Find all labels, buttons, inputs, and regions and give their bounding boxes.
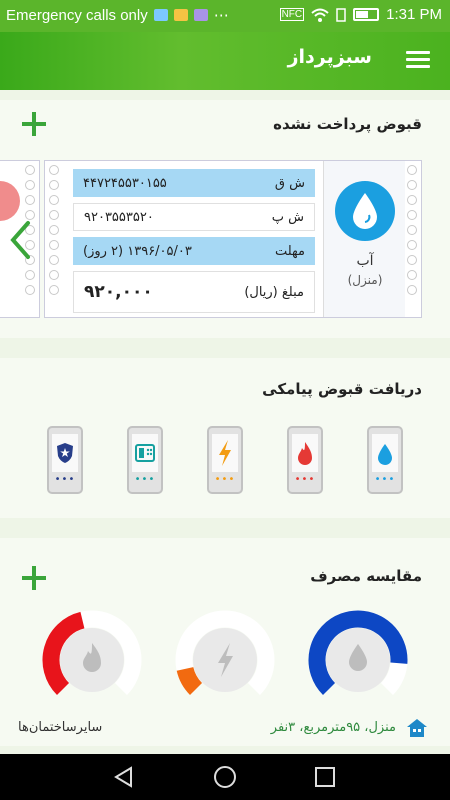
- system-nav-bar: [0, 754, 450, 800]
- status-bar: Emergency calls only ⋯ NFC 1:31 PM: [0, 0, 450, 32]
- lightning-icon: [219, 440, 231, 466]
- amount-label: مبلغ (ریال): [244, 284, 304, 300]
- sms-telephone-phone[interactable]: •••: [127, 426, 163, 494]
- bill-type-column: آب (منزل): [323, 161, 405, 317]
- sms-electricity-phone[interactable]: •••: [207, 426, 243, 494]
- sms-bills-title: دریافت قبوض پیامکی: [262, 380, 422, 398]
- consumption-title: مقایسه مصرف: [310, 567, 422, 585]
- cafe-bazaar-icon: [153, 9, 168, 21]
- photos-icon: [173, 9, 188, 21]
- amount-value: ۹۲۰,۰۰۰: [84, 282, 153, 302]
- water-drop-icon: [335, 181, 395, 241]
- home-icon[interactable]: [213, 765, 237, 789]
- unpaid-bills-title: قبوض پرداخت نشده: [273, 115, 422, 133]
- emergency-calls-text: Emergency calls only: [6, 6, 148, 24]
- household-info: منزل، ۹۵مترمربع، ۳نفر: [270, 720, 396, 735]
- hamburger-menu-icon[interactable]: [406, 51, 430, 69]
- police-badge-icon: [57, 443, 73, 463]
- chevron-left-icon[interactable]: [8, 220, 34, 260]
- battery-icon: [353, 8, 380, 21]
- app-title: سبزپرداز: [287, 46, 372, 68]
- bill-id-value: ۴۴۷۲۴۵۵۳۰۱۵۵: [83, 175, 167, 191]
- bill-type-name: آب: [356, 253, 374, 269]
- house-icon: [407, 719, 427, 737]
- electricity-consumption-gauge[interactable]: [175, 610, 275, 710]
- payment-id-value: ۹۲۰۳۵۵۳۵۲۰: [84, 209, 154, 225]
- add-bill-plus-icon[interactable]: [20, 110, 48, 138]
- nfc-icon: NFC: [279, 8, 305, 21]
- sim-icon: [336, 7, 346, 22]
- more-icon: ⋯: [213, 7, 229, 24]
- bill-id-label: ش ق: [274, 175, 305, 191]
- wifi-icon: [311, 8, 329, 22]
- payment-id-row: ۹۲۰۳۵۵۳۵۲۰ ش پ: [73, 203, 315, 231]
- sms-gas-phone[interactable]: •••: [287, 426, 323, 494]
- add-consumption-plus-icon[interactable]: [20, 564, 48, 592]
- deadline-value: ۱۳۹۶/۰۵/۰۳ (۲ روز): [83, 243, 192, 259]
- telephone-icon: [135, 444, 155, 462]
- water-consumption-gauge[interactable]: [308, 610, 408, 710]
- other-buildings-label[interactable]: سایرساختمان‌ها: [18, 720, 102, 735]
- bill-type-sub: (منزل): [347, 273, 383, 287]
- gas-bill-icon: [0, 181, 20, 221]
- bill-id-row: ۴۴۷۲۴۵۵۳۰۱۵۵ ش ق: [73, 169, 315, 197]
- recent-apps-icon[interactable]: [313, 765, 337, 789]
- deadline-label: مهلت: [274, 243, 305, 259]
- gas-consumption-gauge[interactable]: [42, 610, 142, 710]
- deadline-row: ۱۳۹۶/۰۵/۰۳ (۲ روز) مهلت: [73, 237, 315, 265]
- sms-police-phone[interactable]: •••: [47, 426, 83, 494]
- message-icon: [193, 9, 208, 21]
- app-bar: سبزپرداز: [0, 32, 450, 90]
- flame-icon: [298, 442, 312, 465]
- amount-row: ۹۲۰,۰۰۰ مبلغ (ریال): [73, 271, 315, 313]
- back-icon[interactable]: [112, 765, 136, 789]
- water-bill-ticket[interactable]: ۴۴۷۲۴۵۵۳۰۱۵۵ ش ق ۹۲۰۳۵۵۳۵۲۰ ش پ ۱۳۹۶/۰۵/…: [44, 160, 422, 318]
- clock: 1:31 PM: [386, 6, 442, 23]
- payment-id-label: ش پ: [271, 209, 304, 225]
- sms-water-phone[interactable]: •••: [367, 426, 403, 494]
- water-drop-icon: [378, 444, 392, 465]
